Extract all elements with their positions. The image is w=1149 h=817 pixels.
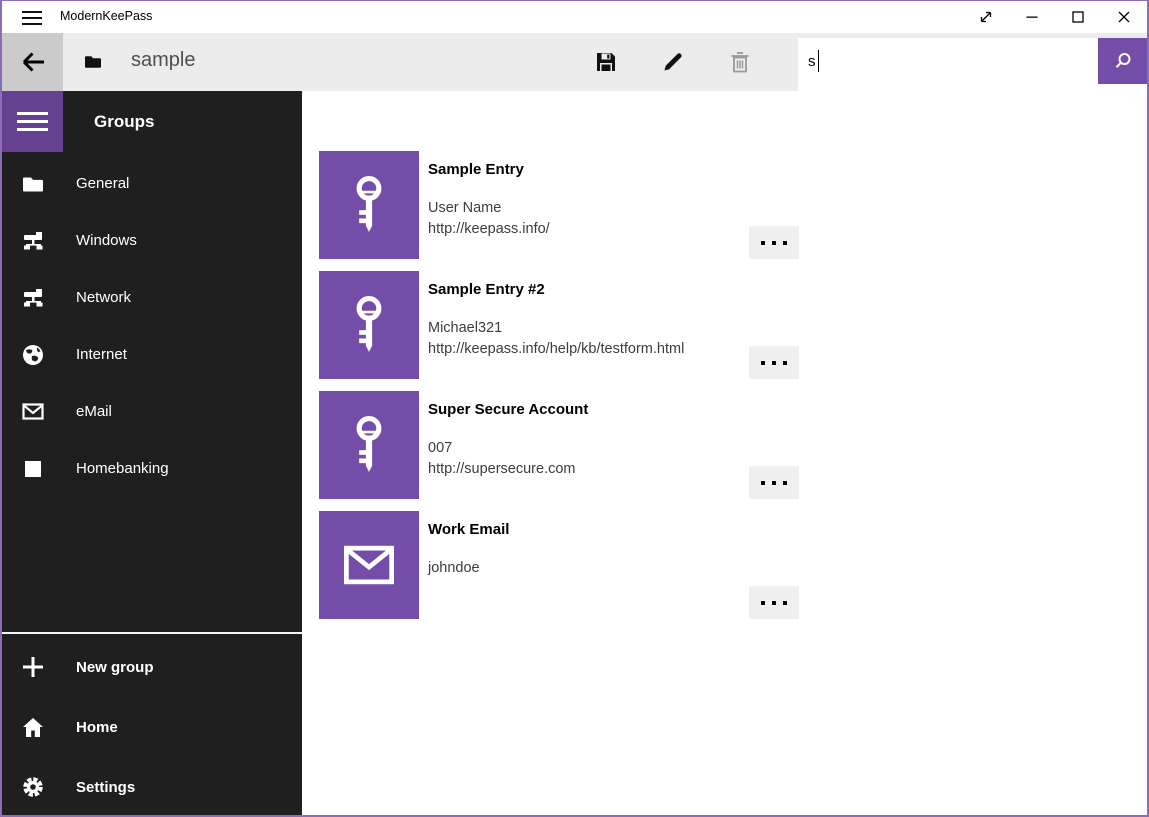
sidebar-item-internet[interactable]: Internet: [2, 326, 302, 383]
sidebar-item-windows[interactable]: Windows: [2, 212, 302, 269]
edit-button[interactable]: [649, 46, 697, 78]
database-folder-icon: [84, 54, 102, 74]
entry-sample-entry-2[interactable]: Sample Entry #2 Michael321 http://keepas…: [319, 271, 799, 379]
key-icon: [348, 296, 390, 354]
entry-username: johndoe: [428, 558, 739, 579]
minimize-icon: [1025, 10, 1039, 24]
entry-sample-entry[interactable]: Sample Entry User Name http://keepass.in…: [319, 151, 799, 259]
close-icon: [1117, 10, 1131, 24]
entry-username: User Name: [428, 198, 739, 219]
trash-icon: [730, 51, 750, 73]
mail-icon: [21, 403, 45, 420]
entry-details: Michael321 http://keepass.info/help/kb/t…: [428, 318, 739, 360]
search-input[interactable]: [798, 38, 1098, 84]
entry-details: User Name http://keepass.info/: [428, 198, 739, 240]
gear-icon: [21, 776, 45, 798]
minimize-button[interactable]: [1009, 1, 1055, 33]
entry-more-button[interactable]: [749, 586, 799, 619]
entry-super-secure-account[interactable]: Super Secure Account 007 http://supersec…: [319, 391, 799, 499]
entry-url: http://supersecure.com: [428, 459, 739, 480]
edit-pencil-icon: [662, 51, 684, 73]
envelope-icon: [343, 545, 395, 585]
entry-title: Sample Entry: [428, 161, 739, 178]
entry-username: 007: [428, 438, 739, 459]
search-box: [798, 38, 1098, 84]
entry-details: 007 http://supersecure.com: [428, 438, 739, 480]
group-list: General Windows: [2, 155, 302, 497]
entry-more-button[interactable]: [749, 226, 799, 259]
sidebar-item-home[interactable]: Home: [2, 697, 302, 757]
search-icon: [1113, 51, 1133, 71]
delete-button[interactable]: [716, 46, 764, 78]
entry-more-button[interactable]: [749, 346, 799, 379]
app-title: ModernKeePass: [60, 9, 152, 23]
entry-text: Sample Entry User Name http://keepass.in…: [428, 161, 739, 240]
entry-text: Work Email johndoe: [428, 521, 739, 579]
search-button[interactable]: [1098, 38, 1147, 84]
entry-tile[interactable]: [319, 391, 419, 499]
entry-url: http://keepass.info/help/kb/testform.htm…: [428, 339, 739, 360]
sidebar-item-general[interactable]: General: [2, 155, 302, 212]
save-icon: [595, 51, 617, 73]
titlebar-hamburger-icon[interactable]: [15, 7, 49, 29]
entry-list: Sample Entry User Name http://keepass.in…: [302, 91, 1147, 815]
entry-title: Work Email: [428, 521, 739, 538]
entry-username: Michael321: [428, 318, 739, 339]
text-cursor: [818, 50, 819, 72]
plus-icon: [21, 656, 45, 678]
entry-tile[interactable]: [319, 271, 419, 379]
folder-icon: [21, 175, 45, 193]
entry-tile[interactable]: [319, 511, 419, 619]
entry-work-email[interactable]: Work Email johndoe: [319, 511, 799, 619]
fullscreen-button[interactable]: [963, 1, 1009, 33]
entry-title: Sample Entry #2: [428, 281, 739, 298]
entry-more-button[interactable]: [749, 466, 799, 499]
network-icon: [21, 231, 45, 250]
globe-icon: [21, 344, 45, 366]
square-icon: [21, 460, 45, 478]
key-icon: [348, 176, 390, 234]
sidebar: Groups General: [2, 91, 302, 815]
sidebar-item-network[interactable]: Network: [2, 269, 302, 326]
entry-tile[interactable]: [319, 151, 419, 259]
fullscreen-icon: [978, 9, 994, 25]
entry-title: Super Secure Account: [428, 401, 739, 418]
maximize-icon: [1071, 10, 1085, 24]
entry-text: Super Secure Account 007 http://supersec…: [428, 401, 739, 480]
entry-url: http://keepass.info/: [428, 219, 739, 240]
sidebar-item-homebanking[interactable]: Homebanking: [2, 440, 302, 497]
entry-text: Sample Entry #2 Michael321 http://keepas…: [428, 281, 739, 360]
network-icon: [21, 288, 45, 307]
key-icon: [348, 416, 390, 474]
sidebar-separator: [2, 632, 302, 634]
back-arrow-icon: [19, 50, 47, 74]
database-title: sample: [131, 49, 195, 72]
titlebar: ModernKeePass: [2, 1, 1147, 33]
save-button[interactable]: [582, 46, 630, 78]
sidebar-item-new-group[interactable]: New group: [2, 637, 302, 697]
sidebar-item-settings[interactable]: Settings: [2, 757, 302, 817]
maximize-button[interactable]: [1055, 1, 1101, 33]
sidebar-item-email[interactable]: eMail: [2, 383, 302, 440]
sidebar-footer: New group Home Settings: [2, 637, 302, 817]
nav-hamburger-button[interactable]: [2, 91, 63, 152]
window-controls: [963, 1, 1147, 33]
close-button[interactable]: [1101, 1, 1147, 33]
back-button[interactable]: [2, 33, 63, 91]
entry-details: johndoe: [428, 558, 739, 579]
app-window: ModernKeePass: [0, 0, 1149, 817]
home-icon: [21, 717, 45, 738]
groups-header: Groups: [94, 91, 154, 152]
